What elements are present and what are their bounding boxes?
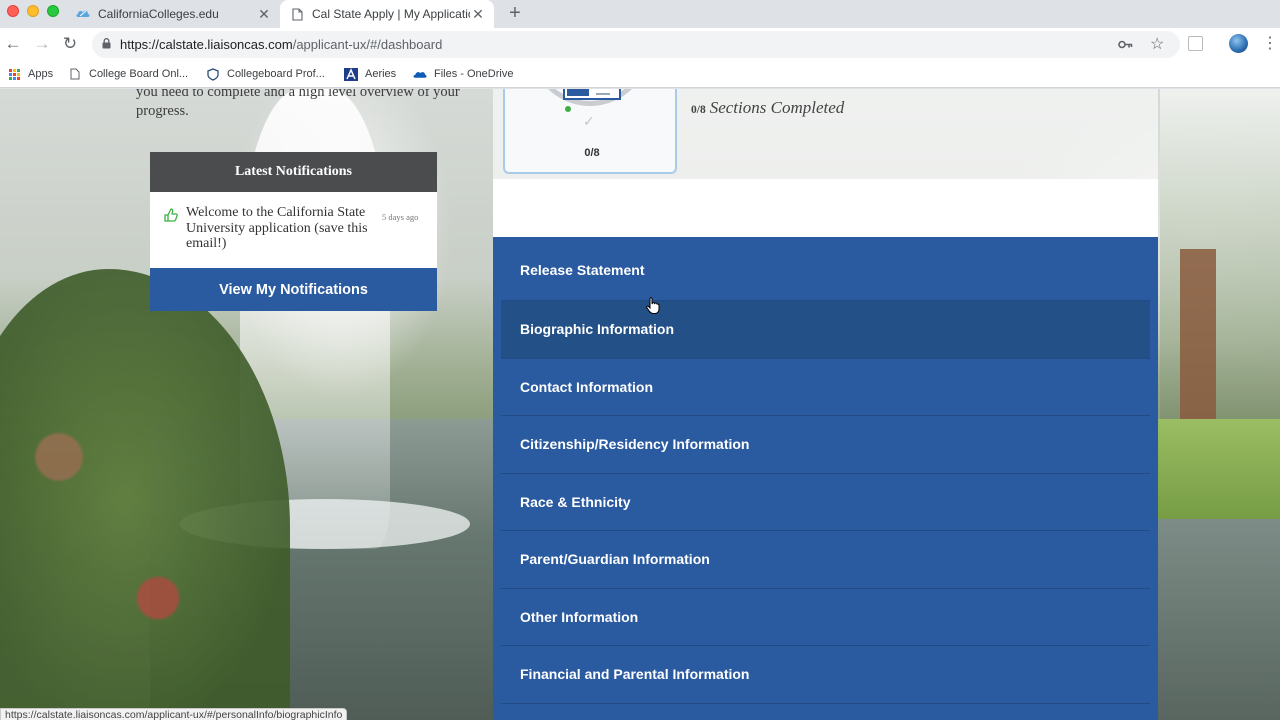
hand-pointer-icon <box>646 297 660 314</box>
maximize-window-button[interactable] <box>47 5 59 17</box>
bookmark-star-icon[interactable]: ☆ <box>1150 34 1164 54</box>
progress-count: 0/8 <box>584 147 600 159</box>
notification-time: 5 days ago <box>382 212 419 222</box>
id-card-icon <box>563 89 621 100</box>
application-sections-list: Release Statement Biographic Information… <box>493 237 1158 720</box>
extension-icon[interactable] <box>1188 36 1203 51</box>
notification-item[interactable]: Welcome to the California State Universi… <box>150 192 437 268</box>
bookmark-onedrive[interactable]: Files - OneDrive <box>413 66 513 82</box>
url-path: /applicant-ux/#/dashboard <box>292 37 443 52</box>
bookmark-college-board[interactable]: College Board Onl... <box>68 66 188 82</box>
address-bar[interactable]: https://calstate.liaisoncas.com/applican… <box>92 31 1180 58</box>
sections-completed-label: 0/8 Sections Completed <box>691 98 844 118</box>
sections-completed-text: Sections Completed <box>709 98 845 117</box>
section-release-statement[interactable]: Release Statement <box>501 237 1150 301</box>
notifications-panel: Latest Notifications Welcome to the Cali… <box>150 152 437 311</box>
thumbs-up-icon <box>163 207 179 223</box>
section-race-ethnicity[interactable]: Race & Ethnicity <box>501 474 1150 531</box>
dashboard-intro-text: you need to complete and a high level ov… <box>136 89 460 119</box>
section-financial-parental[interactable]: Financial and Parental Information <box>501 646 1150 704</box>
cloud-favicon-icon <box>76 7 90 21</box>
bookmark-collegeboard-profile[interactable]: Collegeboard Prof... <box>206 66 325 82</box>
tab-californiacolleges[interactable]: CaliforniaColleges.edu ✕ <box>66 0 280 28</box>
onedrive-cloud-icon <box>413 67 427 81</box>
tab-cal-state-apply[interactable]: Cal State Apply | My Applicatio ✕ <box>280 0 494 28</box>
section-other-information[interactable]: Other Information <box>501 589 1150 646</box>
apps-grid-icon <box>7 67 21 81</box>
url-host: https://calstate.liaisoncas.com <box>120 37 293 52</box>
bookmark-label: Files - OneDrive <box>434 68 514 80</box>
new-tab-button[interactable]: + <box>505 3 525 23</box>
sections-completed-fraction: 0/8 <box>691 104 706 116</box>
shield-icon <box>206 67 220 81</box>
minimize-window-button[interactable] <box>27 5 39 17</box>
back-arrow-icon[interactable]: ← <box>3 34 23 54</box>
page-viewport: you need to complete and a high level ov… <box>0 89 1280 720</box>
lock-icon <box>102 37 112 52</box>
section-citizenship-residency[interactable]: Citizenship/Residency Information <box>501 416 1150 474</box>
section-parent-guardian[interactable]: Parent/Guardian Information <box>501 531 1150 589</box>
notifications-header: Latest Notifications <box>150 152 437 192</box>
close-window-button[interactable] <box>7 5 19 17</box>
tab-title: Cal State Apply | My Applicatio <box>312 7 470 21</box>
link-status-bar: https://calstate.liaisoncas.com/applican… <box>0 708 348 720</box>
aeries-logo-icon <box>344 67 358 81</box>
section-biographic-information[interactable]: Biographic Information <box>501 301 1150 359</box>
reload-icon[interactable]: ↻ <box>60 34 80 54</box>
view-notifications-button[interactable]: View My Notifications <box>150 268 437 311</box>
checkmark-icon: ✓ <box>583 113 595 129</box>
bookmark-label: Aeries <box>365 68 397 80</box>
bookmarks-bar: Apps College Board Onl... Collegeboard P… <box>0 61 1280 88</box>
tab-title: CaliforniaColleges.edu <box>98 7 219 21</box>
more-menu-icon[interactable]: ⋮ <box>1262 33 1278 53</box>
notification-text: Welcome to the California State Universi… <box>186 205 368 251</box>
dashboard-main-panel: ✓ 0/8 0/8 Sections Completed Release Stat… <box>493 89 1158 720</box>
bookmark-label: College Board Onl... <box>89 68 189 80</box>
browser-toolbar: ← → ↻ https://calstate.liaisoncas.com/ap… <box>0 28 1280 61</box>
close-tab-icon[interactable]: ✕ <box>470 6 486 22</box>
close-tab-icon[interactable]: ✕ <box>256 6 272 22</box>
browser-tab-strip: CaliforniaColleges.edu ✕ Cal State Apply… <box>0 0 1280 28</box>
key-icon[interactable] <box>1118 36 1133 54</box>
bookmark-label: Collegeboard Prof... <box>227 68 325 80</box>
progress-card: ✓ 0/8 <box>503 89 677 174</box>
section-contact-information[interactable]: Contact Information <box>501 359 1150 416</box>
page-favicon-icon <box>290 7 304 21</box>
page-icon <box>68 67 82 81</box>
bookmark-aeries[interactable]: Aeries <box>344 66 396 82</box>
forward-arrow-icon[interactable]: → <box>32 34 52 54</box>
bookmark-apps[interactable]: Apps <box>7 66 53 82</box>
bookmark-label: Apps <box>28 68 54 80</box>
profile-avatar[interactable] <box>1229 34 1248 53</box>
progress-area: ✓ 0/8 0/8 Sections Completed <box>493 89 1158 179</box>
